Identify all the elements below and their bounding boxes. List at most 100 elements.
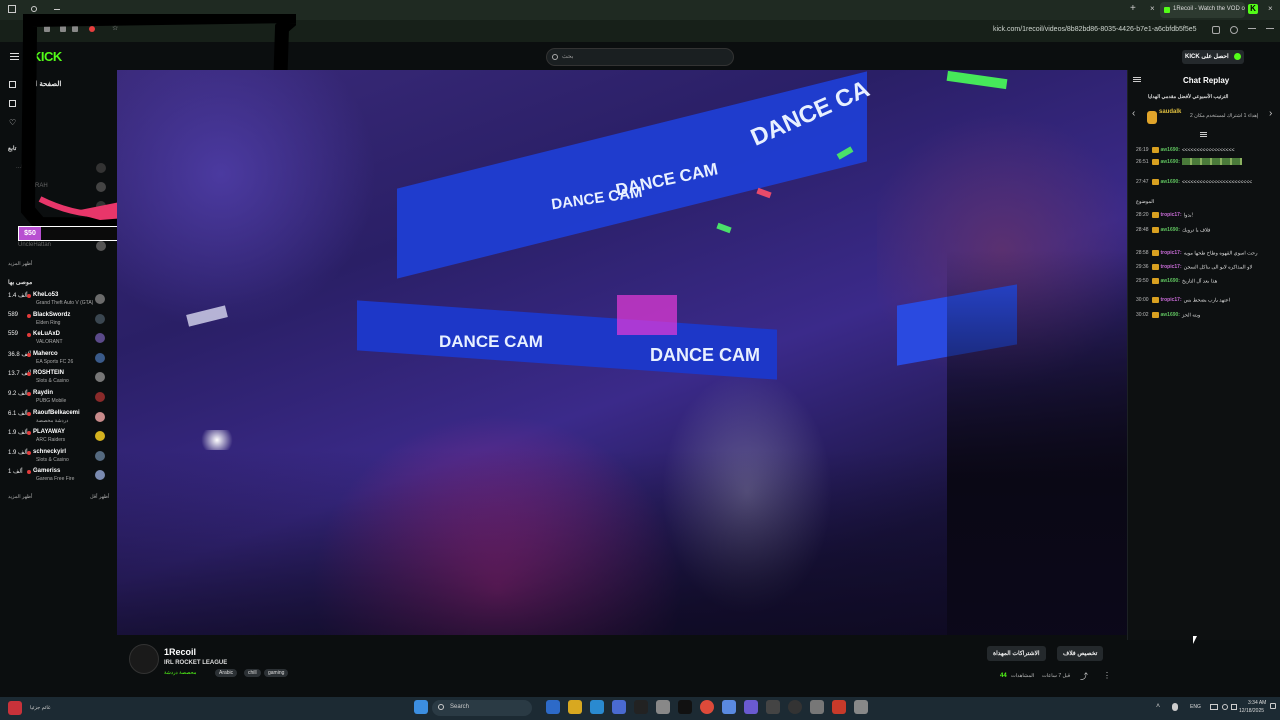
app-icon[interactable] xyxy=(832,700,846,714)
more-options-icon[interactable]: ⋮ xyxy=(1103,671,1111,680)
refresh-icon[interactable] xyxy=(31,6,37,12)
show-less-link[interactable]: أظهر أقل xyxy=(90,494,109,500)
teams-icon[interactable] xyxy=(744,700,758,714)
clock-time[interactable]: 3:34 AM xyxy=(1248,700,1266,706)
following-channel[interactable]: ...rtt7l xyxy=(16,164,31,170)
notification-icon[interactable] xyxy=(1270,703,1276,709)
show-more-link[interactable]: أظهر المزيد xyxy=(8,261,32,267)
edge-icon[interactable] xyxy=(546,700,560,714)
monitor-icon[interactable] xyxy=(1210,704,1218,710)
app-icon[interactable] xyxy=(766,700,780,714)
active-tab[interactable]: 1Recoil - Watch the VOD o xyxy=(1160,2,1245,18)
volume-icon[interactable] xyxy=(1222,704,1228,710)
live-dot-icon xyxy=(27,333,31,338)
search-input[interactable]: بحث xyxy=(546,48,734,66)
heart-icon: ♡ xyxy=(9,118,17,127)
gifted-subs-button[interactable]: الاشتراكات المهداة xyxy=(987,646,1046,661)
sidebar-channel[interactable]: 1.9 ألف schneckyirl Slots & Casino xyxy=(0,447,117,467)
following-channel[interactable]: ...RAH xyxy=(30,183,48,189)
views-count: 44 xyxy=(1000,673,1007,679)
nav-home[interactable]: الصفحة الرئ xyxy=(24,80,61,88)
kick-logo[interactable]: KICK xyxy=(32,49,62,64)
stream-subcategory[interactable]: محصصة دردشة xyxy=(164,670,196,676)
chrome-icon[interactable] xyxy=(700,700,714,714)
chat-username[interactable]: aw1690: xyxy=(1161,147,1180,153)
customize-button[interactable]: تخصيص فلاف xyxy=(1057,646,1104,661)
stream-category[interactable]: IRL ROCKET LEAGUE xyxy=(164,660,227,666)
bookmark-icon[interactable] xyxy=(44,26,50,32)
extension-icon[interactable] xyxy=(1212,26,1220,34)
chat-username[interactable]: tropic17: xyxy=(1161,212,1182,218)
tag-arabic[interactable]: Arabic xyxy=(215,669,238,677)
back-icon[interactable] xyxy=(1248,28,1256,29)
tag-gaming[interactable]: gaming xyxy=(264,669,289,677)
login-button[interactable]: KICK احصل على xyxy=(1182,50,1244,64)
app-icon[interactable] xyxy=(722,700,736,714)
sidebar-channel[interactable]: 1 ألف Gameriss Garena Free Fire xyxy=(0,466,117,486)
tiktok-icon[interactable] xyxy=(678,700,692,714)
weather-icon[interactable] xyxy=(8,701,22,715)
battery-icon[interactable] xyxy=(1231,704,1237,710)
nav-browse[interactable]: تص xyxy=(24,99,35,107)
tag-chill[interactable]: chill xyxy=(244,669,261,677)
language-indicator[interactable]: ENG xyxy=(1190,704,1201,710)
file-explorer-icon[interactable] xyxy=(568,700,582,714)
hamburger-icon[interactable] xyxy=(10,53,19,54)
sidebar-channel[interactable]: 6.1 ألف RaoufBelkacemi دردشة مخصصة xyxy=(0,408,117,428)
window-icon[interactable] xyxy=(8,5,16,13)
store-icon[interactable] xyxy=(612,700,626,714)
taskbar-search[interactable]: Search xyxy=(432,700,532,716)
tray-chevron-icon[interactable]: ˄ xyxy=(1156,703,1160,710)
chat-username[interactable]: aw1690: xyxy=(1161,179,1180,185)
chat-username[interactable]: tropic17: xyxy=(1161,264,1182,270)
nav-following[interactable]: ت xyxy=(24,118,31,126)
chat-username[interactable]: aw1690: xyxy=(1161,278,1180,284)
chat-username[interactable]: aw1690: xyxy=(1161,227,1180,233)
share-icon[interactable]: ⤴ xyxy=(1080,671,1088,682)
sidebar-channel[interactable]: 13.7 ألفROSHTEINSlots & Casino xyxy=(0,368,117,388)
top-gifter-name[interactable]: saudalk xyxy=(1159,109,1181,115)
streamer-name[interactable]: 1Recoil xyxy=(164,647,196,657)
windows-start-icon[interactable] xyxy=(414,700,428,714)
star-icon[interactable]: ☆ xyxy=(112,25,118,32)
streamer-avatar[interactable] xyxy=(129,644,159,674)
url-text[interactable]: kick.com/1recoil/videos/8b82bd86-8035-44… xyxy=(993,26,1197,33)
next-arrow-icon[interactable]: › xyxy=(1269,108,1272,119)
mail-icon[interactable] xyxy=(590,700,604,714)
sidebar-channel[interactable]: 36.8 ألفMahercoEA Sports FC 26 xyxy=(0,349,117,369)
prev-arrow-icon[interactable]: ‹ xyxy=(1132,108,1135,119)
sidebar-channel[interactable]: 9.2 ألف Raydin PUBG Mobile xyxy=(0,388,117,408)
browser-tab-bar: + × 1Recoil - Watch the VOD o K × xyxy=(0,0,1280,20)
show-more-link[interactable]: أظهر المزيد xyxy=(8,494,32,500)
following-channel[interactable]: UncleHattan xyxy=(18,242,51,248)
kick-app-icon[interactable]: K xyxy=(1248,4,1258,14)
channel-viewers: 6.1 ألف xyxy=(8,410,28,417)
window-close-icon[interactable]: × xyxy=(1268,4,1273,13)
chat-username[interactable]: aw1690: xyxy=(1161,312,1180,318)
close-tab-icon[interactable]: × xyxy=(1150,4,1155,13)
sidebar-channel[interactable]: 1.9 ألف PLAYAWAY ARC Raiders xyxy=(0,427,117,447)
clock-date[interactable]: 12/18/2025 xyxy=(1239,708,1264,714)
app-icon[interactable] xyxy=(634,700,648,714)
menu-dots-icon[interactable] xyxy=(72,26,78,32)
minimize-icon[interactable] xyxy=(54,9,60,10)
filter-icon[interactable] xyxy=(1200,132,1207,133)
chat-username[interactable]: tropic17: xyxy=(1161,297,1182,303)
chat-username[interactable]: aw1690: xyxy=(1161,159,1180,165)
mic-icon[interactable] xyxy=(1172,703,1178,711)
sidebar-channel[interactable]: 559 KeLuAxD VALORANT xyxy=(0,329,117,349)
reload-icon[interactable] xyxy=(1230,26,1238,34)
obs-icon[interactable] xyxy=(788,700,802,714)
video-player[interactable]: DANCE CAM DANCE CAM DANCE CA DANCE CAM D… xyxy=(117,70,1127,635)
collapse-chat-icon[interactable] xyxy=(1133,77,1141,78)
new-tab-icon[interactable]: + xyxy=(1130,3,1136,14)
download-icon[interactable] xyxy=(60,26,66,32)
app-icon[interactable] xyxy=(854,700,868,714)
sidebar-channel[interactable]: 589 BlackSwordz Elden Ring xyxy=(0,310,117,330)
app-icon[interactable] xyxy=(656,700,670,714)
forward-icon[interactable] xyxy=(1266,28,1274,29)
settings-icon[interactable] xyxy=(810,700,824,714)
sidebar-channel[interactable]: 1.4 ألف KheLo53 Grand Theft Auto V (GTA) xyxy=(0,290,117,310)
record-icon[interactable] xyxy=(89,26,95,32)
chat-username[interactable]: tropic17: xyxy=(1161,250,1182,256)
